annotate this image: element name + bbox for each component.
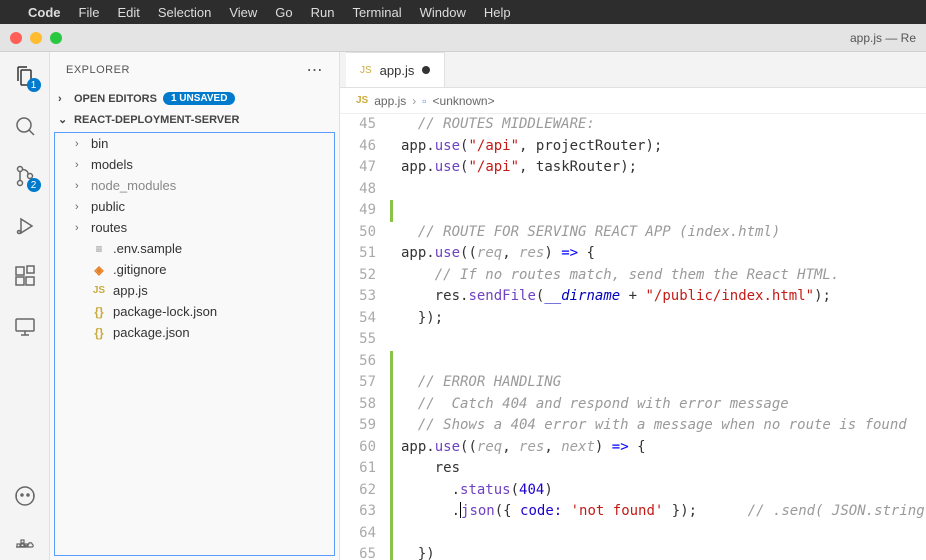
menu-go[interactable]: Go bbox=[275, 5, 292, 20]
minimize-window-button[interactable] bbox=[30, 32, 42, 44]
macos-menubar: Code File Edit Selection View Go Run Ter… bbox=[0, 0, 926, 24]
tree-folder[interactable]: › public bbox=[55, 196, 334, 217]
tree-file[interactable]: {} package-lock.json bbox=[55, 301, 334, 322]
menu-selection[interactable]: Selection bbox=[158, 5, 211, 20]
tree-file[interactable]: {} package.json bbox=[55, 322, 334, 343]
tab-app-js[interactable]: JS app.js bbox=[346, 52, 445, 87]
tree-folder[interactable]: › models bbox=[55, 154, 334, 175]
activity-bar: 1 2 bbox=[0, 52, 50, 560]
file-name: package-lock.json bbox=[113, 304, 217, 319]
file-icon: JS bbox=[91, 285, 107, 296]
file-name: .env.sample bbox=[113, 241, 182, 256]
chevron-right-icon: › bbox=[75, 180, 85, 192]
activity-docker-icon[interactable] bbox=[11, 532, 39, 560]
activity-extensions-icon[interactable] bbox=[11, 262, 39, 290]
symbol-icon: ▫ bbox=[422, 94, 426, 108]
js-file-icon: JS bbox=[360, 65, 372, 76]
file-name: package.json bbox=[113, 325, 190, 340]
open-editors-section[interactable]: › OPEN EDITORS 1 UNSAVED bbox=[50, 88, 339, 109]
traffic-lights bbox=[0, 32, 62, 44]
folder-name: models bbox=[91, 157, 133, 172]
text-cursor bbox=[460, 502, 461, 518]
tree-folder[interactable]: › node_modules bbox=[55, 175, 334, 196]
menu-view[interactable]: View bbox=[229, 5, 257, 20]
sidebar-more-icon[interactable]: ⋯ bbox=[307, 60, 324, 80]
breadcrumb-symbol[interactable]: <unknown> bbox=[433, 94, 495, 108]
file-name: app.js bbox=[113, 283, 148, 298]
chevron-right-icon: › bbox=[75, 201, 85, 213]
code-content[interactable]: // ROUTES MIDDLEWARE:app.use("/api", pro… bbox=[393, 114, 926, 560]
chevron-down-icon: ⌄ bbox=[58, 113, 68, 126]
tree-file[interactable]: ≡ .env.sample bbox=[55, 238, 334, 259]
menu-window[interactable]: Window bbox=[420, 5, 466, 20]
code-editor[interactable]: 4546474849505152535455565758596061626364… bbox=[340, 114, 926, 560]
git-gutter bbox=[390, 114, 393, 560]
menu-file[interactable]: File bbox=[79, 5, 100, 20]
chevron-right-icon: › bbox=[412, 94, 416, 108]
file-icon: {} bbox=[91, 326, 107, 340]
sidebar: EXPLORER ⋯ › OPEN EDITORS 1 UNSAVED ⌄ RE… bbox=[50, 52, 340, 560]
tree-folder[interactable]: › bin bbox=[55, 133, 334, 154]
activity-explorer-icon[interactable]: 1 bbox=[11, 62, 39, 90]
unsaved-badge: 1 UNSAVED bbox=[163, 92, 236, 105]
editor-area: JS app.js JS app.js › ▫ <unknown> 454647… bbox=[340, 52, 926, 560]
file-icon: ◈ bbox=[91, 263, 107, 277]
tree-folder[interactable]: › routes bbox=[55, 217, 334, 238]
breadcrumb-file[interactable]: app.js bbox=[374, 94, 406, 108]
menu-edit[interactable]: Edit bbox=[117, 5, 139, 20]
sidebar-title: EXPLORER bbox=[66, 64, 130, 76]
folder-name: bin bbox=[91, 136, 108, 151]
menu-terminal[interactable]: Terminal bbox=[353, 5, 402, 20]
scm-badge: 2 bbox=[27, 178, 41, 192]
open-editors-label: OPEN EDITORS bbox=[74, 93, 157, 105]
tree-file[interactable]: ◈ .gitignore bbox=[55, 259, 334, 280]
activity-scm-icon[interactable]: 2 bbox=[11, 162, 39, 190]
workspace-section[interactable]: ⌄ REACT-DEPLOYMENT-SERVER bbox=[50, 109, 339, 130]
chevron-right-icon: › bbox=[75, 222, 85, 234]
folder-name: node_modules bbox=[91, 178, 176, 193]
activity-search-icon[interactable] bbox=[11, 112, 39, 140]
unsaved-dot-icon bbox=[422, 66, 430, 74]
tab-label: app.js bbox=[380, 63, 415, 78]
file-name: .gitignore bbox=[113, 262, 166, 277]
folder-name: routes bbox=[91, 220, 127, 235]
window-titlebar: app.js — Re bbox=[0, 24, 926, 52]
file-icon: {} bbox=[91, 305, 107, 319]
activity-debug-icon[interactable] bbox=[11, 212, 39, 240]
chevron-right-icon: › bbox=[75, 138, 85, 150]
folder-name: public bbox=[91, 199, 125, 214]
activity-remote-icon[interactable] bbox=[11, 312, 39, 340]
line-number-gutter: 4546474849505152535455565758596061626364… bbox=[340, 114, 390, 560]
file-tree: › bin › models › node_modules › public › routes ≡… bbox=[54, 132, 335, 556]
workbench: 1 2 EXPLORER ⋯ › OP bbox=[0, 52, 926, 560]
chevron-right-icon: › bbox=[75, 159, 85, 171]
menu-help[interactable]: Help bbox=[484, 5, 511, 20]
explorer-badge: 1 bbox=[27, 78, 41, 92]
tree-file[interactable]: JS app.js bbox=[55, 280, 334, 301]
activity-copilot-icon[interactable] bbox=[11, 482, 39, 510]
chevron-right-icon: › bbox=[58, 93, 68, 105]
fullscreen-window-button[interactable] bbox=[50, 32, 62, 44]
workspace-name: REACT-DEPLOYMENT-SERVER bbox=[74, 114, 239, 126]
file-icon: ≡ bbox=[91, 242, 107, 256]
menu-run[interactable]: Run bbox=[311, 5, 335, 20]
menubar-app[interactable]: Code bbox=[28, 5, 61, 20]
sidebar-header: EXPLORER ⋯ bbox=[50, 52, 339, 88]
js-file-icon: JS bbox=[356, 95, 368, 106]
close-window-button[interactable] bbox=[10, 32, 22, 44]
breadcrumb[interactable]: JS app.js › ▫ <unknown> bbox=[340, 88, 926, 114]
editor-tabs: JS app.js bbox=[340, 52, 926, 88]
window-title: app.js — Re bbox=[850, 31, 916, 45]
